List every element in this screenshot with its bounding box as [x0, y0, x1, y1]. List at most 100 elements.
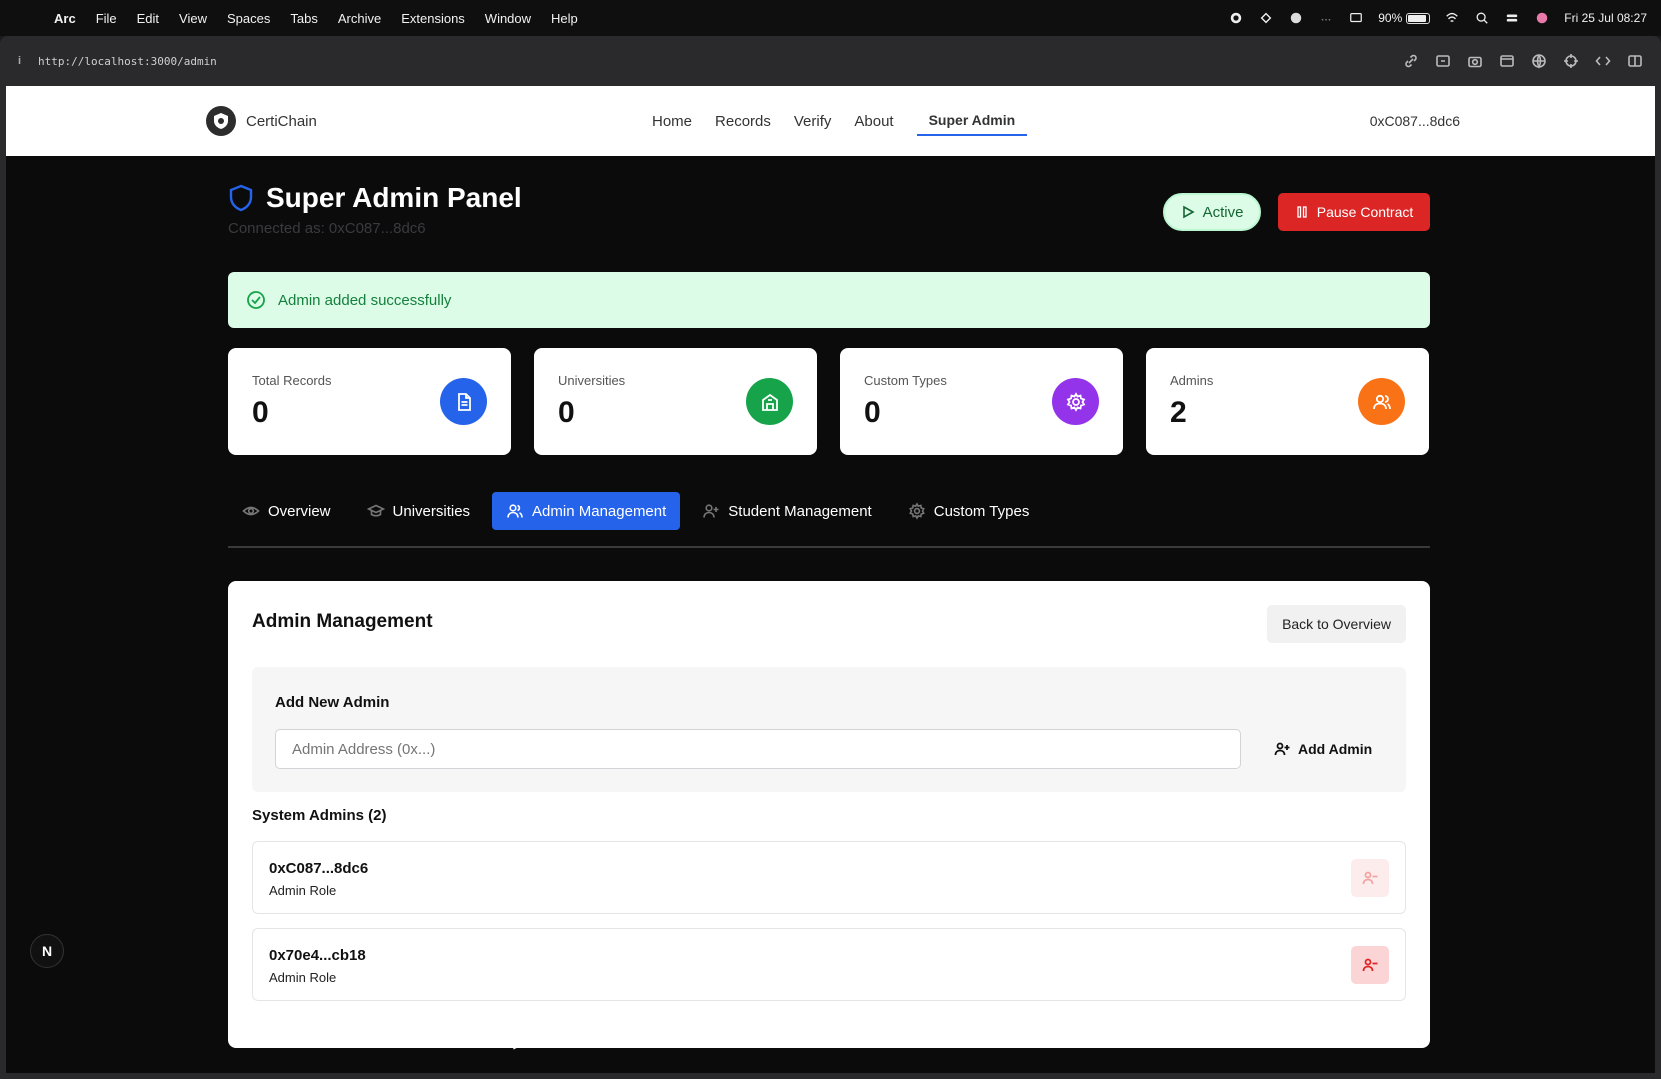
page-title: Super Admin Panel [266, 182, 522, 213]
battery-percent: 90% [1378, 11, 1403, 25]
menu-archive[interactable]: Archive [328, 11, 391, 26]
remove-admin-button[interactable] [1351, 946, 1389, 984]
nav-about[interactable]: About [854, 107, 893, 136]
menu-edit[interactable]: Edit [127, 11, 169, 26]
url-bar: i http://localhost:3000/admin [0, 36, 1661, 86]
success-alert: Admin added successfully [228, 272, 1430, 328]
spotlight-search-icon[interactable] [1474, 11, 1490, 25]
drone-icon[interactable] [1258, 11, 1274, 25]
battery-indicator[interactable]: 90% [1378, 11, 1431, 25]
admin-address: 0x70e4...cb18 [269, 947, 366, 964]
connected-as-text: Connected as: 0xC087...8dc6 [228, 220, 426, 237]
system-admins-title: System Admins (2) [252, 807, 387, 824]
users-icon [507, 504, 523, 518]
nav-records[interactable]: Records [715, 107, 771, 136]
admin-row: 0xC087...8dc6 Admin Role [252, 841, 1406, 914]
link-icon[interactable] [1403, 53, 1419, 69]
admin-address-input[interactable] [275, 729, 1241, 769]
user-minus-icon [1362, 958, 1378, 972]
admin-tabs: Overview Universities Admin Management S… [228, 492, 1430, 548]
admin-address: 0xC087...8dc6 [269, 860, 369, 877]
check-circle-icon [247, 291, 265, 309]
document-icon [440, 378, 487, 425]
wallet-address-button[interactable]: 0xC087...8dc6 [1370, 113, 1460, 129]
user-plus-icon [703, 504, 719, 518]
panel-title: Admin Management [252, 611, 433, 632]
tab-overview[interactable]: Overview [228, 492, 345, 530]
pause-contract-button[interactable]: Pause Contract [1278, 193, 1430, 231]
pause-icon [1297, 206, 1307, 218]
site-info-icon[interactable]: i [18, 55, 38, 67]
nav-verify[interactable]: Verify [794, 107, 832, 136]
contract-status-button[interactable]: Active [1163, 193, 1261, 231]
web-page: CertiChain Home Records Verify About Sup… [6, 86, 1655, 1073]
menu-file[interactable]: File [86, 11, 127, 26]
menu-spaces[interactable]: Spaces [217, 11, 280, 26]
admin-management-panel: Admin Management Back to Overview Add Ne… [228, 581, 1430, 1048]
clock[interactable]: Fri 25 Jul 08:27 [1564, 11, 1647, 25]
users-icon [1358, 378, 1405, 425]
tab-label: Admin Management [532, 502, 667, 520]
add-admin-title: Add New Admin [275, 694, 390, 711]
add-admin-button[interactable]: Add Admin [1262, 729, 1384, 769]
nav-home[interactable]: Home [652, 107, 692, 136]
browser-window: i http://localhost:3000/admin CertiChain… [0, 36, 1661, 1079]
gear-icon [1052, 378, 1099, 425]
wifi-icon[interactable] [1444, 11, 1460, 25]
play-icon [1182, 205, 1195, 219]
camera-icon[interactable] [1467, 53, 1483, 69]
add-admin-section: Add New Admin Add Admin [252, 667, 1406, 792]
crosshair-icon[interactable] [1563, 53, 1579, 69]
page-heading: Super Admin Panel [228, 182, 522, 214]
remove-admin-button[interactable] [1351, 859, 1389, 897]
split-view-icon[interactable] [1627, 53, 1643, 69]
tab-admin-management[interactable]: Admin Management [492, 492, 681, 530]
menu-extensions[interactable]: Extensions [391, 11, 475, 26]
battery-icon [1406, 12, 1431, 24]
control-center-icon[interactable] [1504, 11, 1520, 25]
tab-student-management[interactable]: Student Management [688, 492, 885, 530]
eye-icon [242, 506, 260, 516]
menu-help[interactable]: Help [541, 11, 588, 26]
nav-super-admin[interactable]: Super Admin [916, 106, 1028, 136]
stats-row: Total Records 0 Universities 0 Custom Ty… [228, 348, 1429, 455]
dots-icon[interactable] [1318, 11, 1334, 25]
globe-icon[interactable] [1531, 53, 1547, 69]
brand-name: CertiChain [246, 112, 317, 130]
tab-label: Universities [392, 502, 471, 520]
main-nav: Home Records Verify About Super Admin [652, 86, 1028, 156]
capture-icon[interactable] [1435, 53, 1451, 69]
menu-window[interactable]: Window [475, 11, 541, 26]
shield-icon [229, 184, 253, 212]
menu-tabs[interactable]: Tabs [280, 11, 327, 26]
menu-view[interactable]: View [169, 11, 217, 26]
nextjs-dev-badge[interactable]: N [30, 934, 64, 968]
record-icon[interactable] [1228, 11, 1244, 25]
url-text[interactable]: http://localhost:3000/admin [38, 55, 217, 68]
stat-card-custom-types: Custom Types 0 [840, 348, 1123, 455]
back-to-overview-button[interactable]: Back to Overview [1267, 605, 1406, 643]
admin-role: Admin Role [269, 970, 337, 985]
browser-toolbar [1403, 53, 1643, 69]
user-minus-icon [1362, 871, 1378, 885]
brand[interactable]: CertiChain [206, 106, 317, 136]
stat-card-universities: Universities 0 [534, 348, 817, 455]
display-icon[interactable] [1348, 11, 1364, 25]
building-icon [746, 378, 793, 425]
stat-card-admins: Admins 2 [1146, 348, 1429, 455]
gear-icon [908, 502, 925, 520]
tab-custom-types[interactable]: Custom Types [894, 492, 1044, 530]
admin-role: Admin Role [269, 883, 337, 898]
siri-icon[interactable] [1534, 11, 1550, 25]
site-navbar: CertiChain Home Records Verify About Sup… [6, 86, 1655, 156]
tab-universities[interactable]: Universities [353, 492, 485, 530]
battery-fill [1408, 14, 1427, 22]
circle-app-icon[interactable] [1288, 11, 1304, 25]
graduation-cap-icon [366, 504, 385, 517]
add-admin-label: Add Admin [1298, 741, 1373, 757]
window-icon[interactable] [1499, 53, 1515, 69]
pause-label: Pause Contract [1316, 204, 1414, 220]
menu-arc[interactable]: Arc [44, 11, 86, 26]
macos-menubar: Arc File Edit View Spaces Tabs Archive E… [0, 0, 1661, 36]
code-icon[interactable] [1595, 53, 1611, 69]
